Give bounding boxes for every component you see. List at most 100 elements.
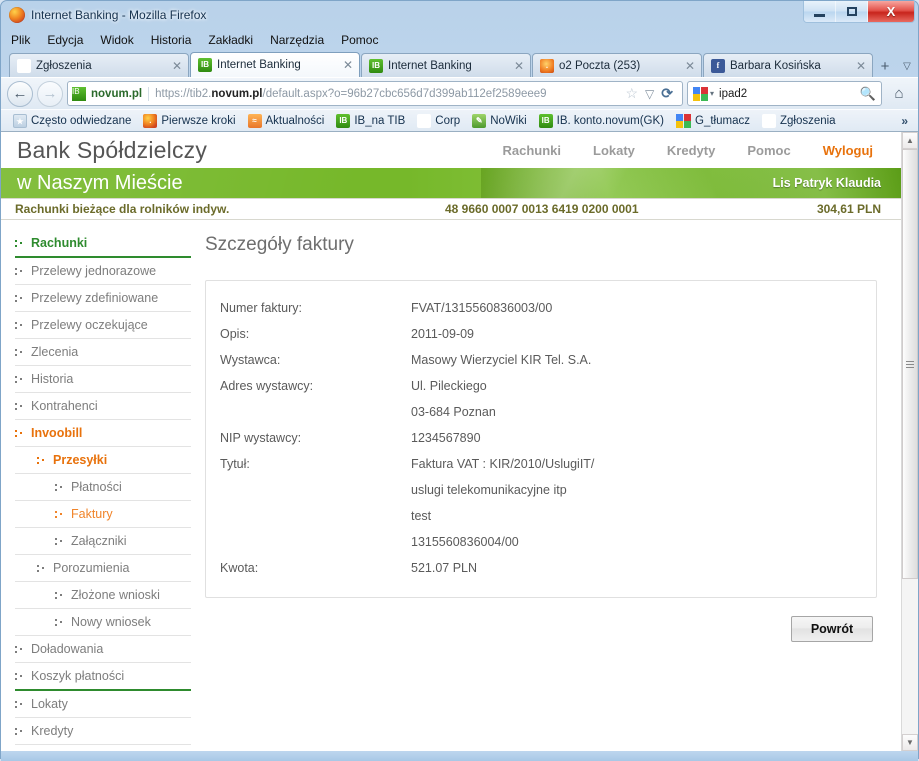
sidebar-item-label: Złożone wnioski	[71, 588, 160, 602]
sidebar-item-historia[interactable]: Historia	[15, 366, 191, 393]
sidebar-item-przelewy-zdefiniowane[interactable]: Przelewy zdefiniowane	[15, 285, 191, 312]
sidebar-item-kontrahenci[interactable]: Kontrahenci	[15, 393, 191, 420]
bookmark-czesto-odwiedzane[interactable]: ★ Często odwiedzane	[7, 113, 137, 128]
maximize-button[interactable]	[836, 1, 868, 22]
tab-zgloszenia[interactable]: CRM Zgłoszenia ✕	[9, 53, 189, 77]
sidebar-item-doladowania[interactable]: Doładowania	[15, 636, 191, 663]
sidebar-item-nowy-wniosek[interactable]: Nowy wniosek	[15, 609, 191, 636]
bookmark-zgloszenia[interactable]: CRM Zgłoszenia	[756, 113, 842, 128]
sidebar-item-rachunki[interactable]: Rachunki	[15, 230, 191, 258]
bookmark-label: G_tłumacz	[695, 114, 750, 127]
scroll-up-button[interactable]: ▲	[902, 132, 918, 149]
ib-favicon-icon: IB	[198, 58, 212, 72]
menu-widok[interactable]: Widok	[100, 33, 133, 47]
detail-label: Tytuł:	[220, 457, 250, 471]
minimize-button[interactable]	[804, 1, 836, 22]
tab-barbara-kosinska[interactable]: f Barbara Kosińska ✕	[703, 53, 873, 77]
menu-plik[interactable]: Plik	[11, 33, 30, 47]
page-scrollbar[interactable]: ▲ ▼	[901, 132, 918, 751]
tab-close-icon[interactable]: ✕	[514, 60, 524, 72]
sidebar-item-kredyty[interactable]: Kredyty	[15, 718, 191, 745]
reload-icon[interactable]: ⟳	[661, 85, 673, 102]
search-engine-caret-icon[interactable]: ▾	[710, 89, 714, 98]
site-identity-block[interactable]: IB novum.pl	[72, 86, 150, 101]
sidebar-item-przelewy-oczekujace[interactable]: Przelewy oczekujące	[15, 312, 191, 339]
sidebar-item-zalaczniki[interactable]: Załączniki	[15, 528, 191, 555]
navigation-toolbar: ← → IB novum.pl https://tib2.novum.pl/de…	[1, 77, 918, 109]
forward-button[interactable]: →	[37, 80, 63, 107]
brand-band: w Naszym Mieście Lis Patryk Klaudia	[1, 168, 901, 198]
detail-label	[206, 529, 411, 555]
tab-o2-poczta[interactable]: . o2 Poczta (253) ✕	[532, 53, 702, 77]
tab-list-dropdown-icon[interactable]: ▽	[896, 55, 918, 77]
menu-edycja[interactable]: Edycja	[47, 33, 83, 47]
sidebar-item-lokaty[interactable]: Lokaty	[15, 691, 191, 718]
scrollbar-thumb[interactable]	[902, 149, 918, 579]
search-input[interactable]: ipad2	[719, 88, 860, 100]
sidebar-item-label: Przesyłki	[53, 453, 108, 467]
tab-close-icon[interactable]: ✕	[172, 60, 182, 72]
bookmark-aktualnosci[interactable]: ≈ Aktualności	[242, 113, 331, 128]
sidebar-item-label: Zlecenia	[31, 345, 79, 359]
bookmark-nowiki[interactable]: ✎ NoWiki	[466, 113, 532, 128]
scrollbar-track[interactable]	[902, 149, 918, 734]
content-columns: Rachunki Przelewy jednorazowe Przelewy z…	[1, 220, 901, 745]
bookmark-ib-konto-novum[interactable]: IB IB. konto.novum(GK)	[533, 113, 670, 128]
tab-internet-banking-2[interactable]: IB Internet Banking ✕	[361, 53, 531, 77]
tab-close-icon[interactable]: ✕	[685, 60, 695, 72]
menu-pomoc[interactable]: Pomoc	[341, 33, 378, 47]
close-button[interactable]: X	[868, 1, 914, 22]
account-balance: 304,61 PLN	[816, 202, 881, 216]
sidebar-item-platnosci[interactable]: Płatności	[15, 474, 191, 501]
bookmark-ib-na-tib[interactable]: IB IB_na TIB	[330, 113, 411, 128]
topnav-kredyty[interactable]: Kredyty	[667, 143, 715, 158]
bullet-icon	[55, 482, 64, 493]
detail-value: Faktura VAT : KIR/2010/UslugiIT/	[411, 457, 595, 471]
back-button[interactable]: ←	[7, 80, 33, 107]
topnav-lokaty[interactable]: Lokaty	[593, 143, 635, 158]
tab-close-icon[interactable]: ✕	[343, 59, 353, 71]
back-button[interactable]: Powrót	[791, 616, 873, 642]
sidebar-item-zlozone-wnioski[interactable]: Złożone wnioski	[15, 582, 191, 609]
bookmark-pierwsze-kroki[interactable]: . Pierwsze kroki	[137, 113, 241, 128]
scroll-down-button[interactable]: ▼	[902, 734, 918, 751]
close-icon: X	[886, 4, 896, 19]
detail-label	[206, 503, 411, 529]
menu-historia[interactable]: Historia	[151, 33, 192, 47]
menu-zakladki[interactable]: Zakładki	[208, 33, 253, 47]
detail-label: Numer faktury:	[220, 301, 302, 315]
bookmark-g-tlumacz[interactable]: G_tłumacz	[670, 113, 756, 128]
sidebar-item-zlecenia[interactable]: Zlecenia	[15, 339, 191, 366]
tab-close-icon[interactable]: ✕	[856, 60, 866, 72]
detail-label: Wystawca:	[220, 353, 281, 367]
tab-strip: CRM Zgłoszenia ✕ IB Internet Banking ✕ I…	[1, 50, 918, 77]
sidebar-item-faktury[interactable]: Faktury	[15, 501, 191, 528]
bookmark-corp[interactable]: CRM Corp	[411, 113, 466, 128]
sidebar-item-przesylki[interactable]: Przesyłki	[15, 447, 191, 474]
home-button[interactable]: ⌂	[886, 81, 912, 107]
google-icon	[676, 113, 691, 128]
bookmark-star-icon[interactable]: ☆	[625, 85, 638, 102]
topnav-wyloguj[interactable]: Wyloguj	[823, 143, 873, 158]
wiki-icon: ✎	[472, 113, 487, 128]
url-bar[interactable]: IB novum.pl https://tib2.novum.pl/defaul…	[67, 81, 683, 106]
bank-city-line: w Naszym Mieście	[17, 171, 183, 194]
bookmarks-overflow-icon[interactable]: »	[895, 114, 914, 128]
menu-narzedzia[interactable]: Narzędzia	[270, 33, 324, 47]
sidebar-item-label: Porozumienia	[53, 561, 130, 575]
sidebar-item-porozumienia[interactable]: Porozumienia	[15, 555, 191, 582]
sidebar-item-invoobill[interactable]: Invoobill	[15, 420, 191, 447]
topnav-pomoc[interactable]: Pomoc	[747, 143, 790, 158]
magnifier-icon[interactable]: 🔍	[860, 86, 876, 102]
page-viewport: Bank Spółdzielczy Rachunki Lokaty Kredyt…	[1, 132, 918, 751]
detail-row: NIP wystawcy: 1234567890	[206, 425, 876, 451]
chevron-down-icon[interactable]: ▽	[645, 87, 654, 101]
sidebar-item-koszyk-platnosci[interactable]: Koszyk płatności	[15, 663, 191, 691]
topnav-rachunki[interactable]: Rachunki	[503, 143, 562, 158]
search-bar[interactable]: ▾ ipad2 🔍	[687, 81, 882, 106]
detail-label: Kwota:	[220, 561, 259, 575]
tab-internet-banking-1[interactable]: IB Internet Banking ✕	[190, 52, 360, 77]
new-tab-button[interactable]: +	[874, 55, 896, 77]
detail-row: Adres wystawcy: Ul. Pileckiego	[206, 373, 876, 399]
sidebar-item-przelewy-jednorazowe[interactable]: Przelewy jednorazowe	[15, 258, 191, 285]
